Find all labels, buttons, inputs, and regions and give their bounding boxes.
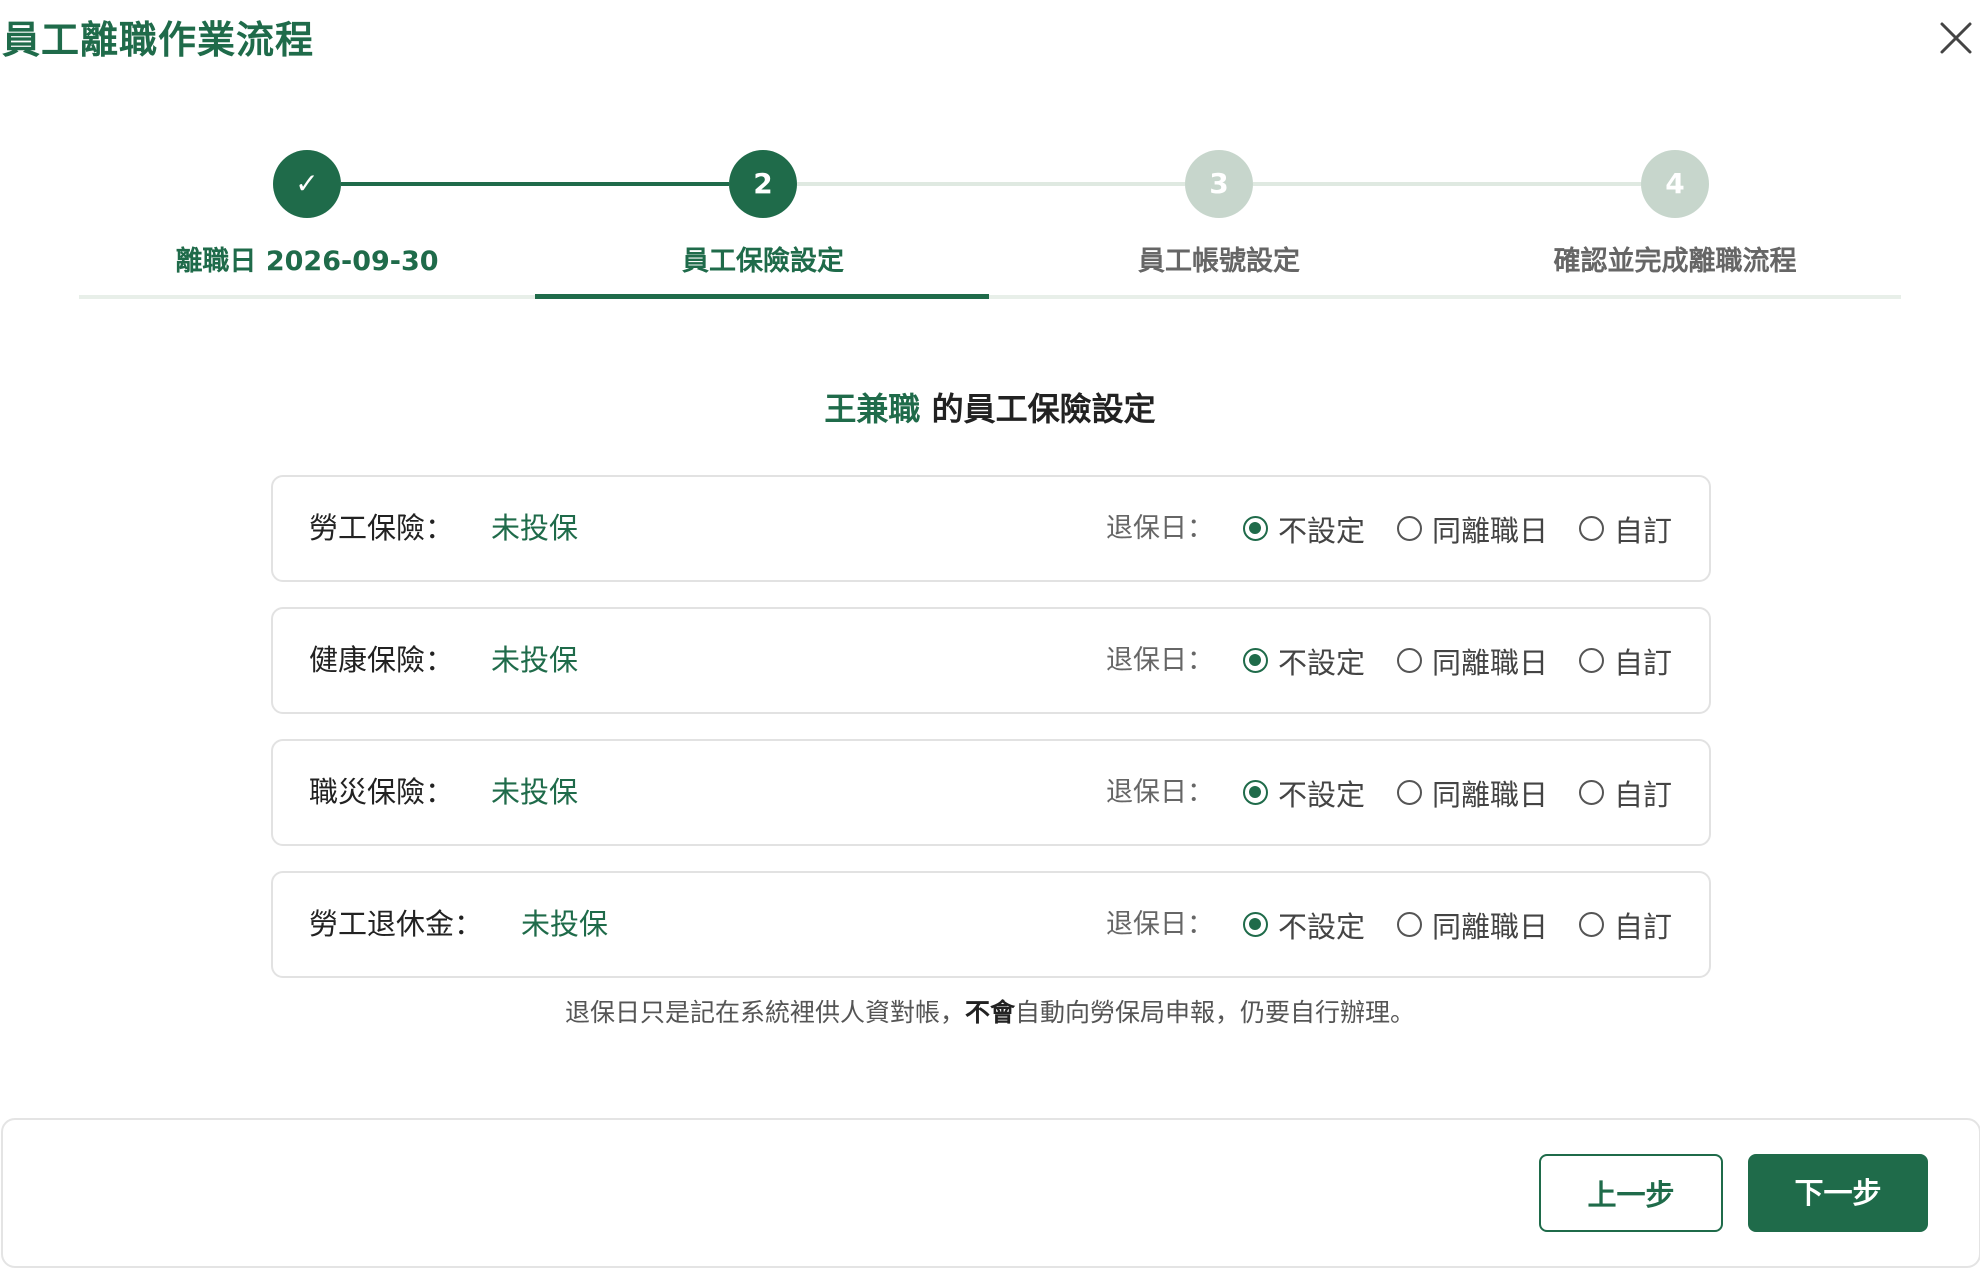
radio-label: 自訂: [1614, 513, 1673, 548]
note-bold-text: 不會: [964, 998, 1015, 1027]
info-note: 退保日只是記在系統裡供人資對帳，不會自動向勞保局申報，仍要自行辦理。: [0, 995, 1980, 1031]
quit-date-label: 退保日：: [1106, 645, 1214, 676]
insurance-label: 勞工保險：: [309, 511, 455, 545]
next-step-button[interactable]: 下一步: [1748, 1154, 1928, 1232]
active-step-underline: [535, 294, 989, 299]
radio-label: 自訂: [1614, 909, 1673, 944]
radio-checked-icon[interactable]: [1243, 648, 1268, 673]
insurance-row-health: 健康保險： 未投保 退保日： 不設定 同離職日 自訂: [271, 607, 1711, 714]
insurance-label: 職災保險：: [309, 775, 455, 809]
step-label: 確認並完成離職流程: [1553, 246, 1797, 277]
heading-suffix: 的員工保險設定: [920, 390, 1156, 428]
section-heading: 王兼職 的員工保險設定: [0, 386, 1980, 432]
radio-custom[interactable]: 自訂: [1579, 741, 1672, 844]
radio-label: 不設定: [1278, 645, 1366, 680]
employee-name: 王兼職: [824, 390, 921, 428]
radio-unchecked-icon[interactable]: [1397, 912, 1422, 937]
step-number: 3: [1185, 150, 1253, 218]
stepper: ✓ 離職日 2026-09-30 2 員工保險設定 3 員工帳號設定 4 確認並…: [79, 150, 1901, 302]
insurance-row-occupational: 職災保險： 未投保 退保日： 不設定 同離職日 自訂: [271, 739, 1711, 846]
radio-not-set[interactable]: 不設定: [1243, 609, 1365, 712]
radio-same-as-exit[interactable]: 同離職日: [1397, 609, 1548, 712]
radio-custom[interactable]: 自訂: [1579, 609, 1672, 712]
note-text: 自動向勞保局申報，仍要自行辦理。: [1015, 998, 1416, 1027]
close-icon: [1940, 22, 1972, 54]
footer-bar: 上一步 下一步: [1, 1118, 1980, 1268]
radio-checked-icon[interactable]: [1243, 912, 1268, 937]
radio-not-set[interactable]: 不設定: [1243, 741, 1365, 844]
radio-custom[interactable]: 自訂: [1579, 873, 1672, 976]
radio-unchecked-icon[interactable]: [1579, 516, 1604, 541]
radio-label: 不設定: [1278, 909, 1366, 944]
modal-title: 員工離職作業流程: [2, 18, 315, 62]
stepper-baseline: [79, 295, 1901, 299]
radio-unchecked-icon[interactable]: [1397, 780, 1422, 805]
insurance-label: 勞工退休金：: [309, 907, 484, 941]
radio-label: 同離職日: [1432, 513, 1549, 548]
insurance-status: 未投保: [521, 907, 609, 941]
radio-label: 不設定: [1278, 777, 1366, 812]
radio-unchecked-icon[interactable]: [1397, 648, 1422, 673]
quit-date-label: 退保日：: [1106, 909, 1214, 940]
radio-same-as-exit[interactable]: 同離職日: [1397, 873, 1548, 976]
radio-checked-icon[interactable]: [1243, 516, 1268, 541]
radio-custom[interactable]: 自訂: [1579, 477, 1672, 580]
radio-label: 同離職日: [1432, 777, 1549, 812]
step-label: 員工保險設定: [682, 246, 844, 277]
insurance-row-pension: 勞工退休金： 未投保 退保日： 不設定 同離職日 自訂: [271, 871, 1711, 978]
close-button[interactable]: [1938, 20, 1974, 56]
insurance-status: 未投保: [491, 775, 579, 809]
radio-label: 自訂: [1614, 645, 1673, 680]
radio-unchecked-icon[interactable]: [1579, 648, 1604, 673]
quit-date-label: 退保日：: [1106, 513, 1214, 544]
radio-unchecked-icon[interactable]: [1397, 516, 1422, 541]
step-exit-date[interactable]: ✓ 離職日 2026-09-30: [79, 150, 535, 290]
radio-unchecked-icon[interactable]: [1579, 780, 1604, 805]
insurance-status: 未投保: [491, 643, 579, 677]
step-account-settings[interactable]: 3 員工帳號設定: [991, 150, 1447, 290]
radio-label: 自訂: [1614, 777, 1673, 812]
radio-not-set[interactable]: 不設定: [1243, 873, 1365, 976]
radio-checked-icon[interactable]: [1243, 780, 1268, 805]
step-complete-check-icon: ✓: [273, 150, 341, 218]
step-insurance-settings[interactable]: 2 員工保險設定: [535, 150, 991, 290]
insurance-label: 健康保險：: [309, 643, 455, 677]
insurance-status: 未投保: [491, 511, 579, 545]
radio-label: 同離職日: [1432, 909, 1549, 944]
radio-same-as-exit[interactable]: 同離職日: [1397, 477, 1548, 580]
previous-step-button[interactable]: 上一步: [1539, 1154, 1723, 1232]
step-number: 2: [729, 150, 797, 218]
step-label: 員工帳號設定: [1138, 246, 1300, 277]
radio-label: 不設定: [1278, 513, 1366, 548]
step-confirm-finish[interactable]: 4 確認並完成離職流程: [1447, 150, 1903, 290]
radio-same-as-exit[interactable]: 同離職日: [1397, 741, 1548, 844]
insurance-list: 勞工保險： 未投保 退保日： 不設定 同離職日 自訂 健康保險： 未投保 退保日…: [271, 475, 1711, 1003]
radio-label: 同離職日: [1432, 645, 1549, 680]
step-label: 離職日 2026-09-30: [175, 246, 439, 277]
radio-not-set[interactable]: 不設定: [1243, 477, 1365, 580]
insurance-row-labor: 勞工保險： 未投保 退保日： 不設定 同離職日 自訂: [271, 475, 1711, 582]
step-number: 4: [1641, 150, 1709, 218]
quit-date-label: 退保日：: [1106, 777, 1214, 808]
note-text: 退保日只是記在系統裡供人資對帳，: [564, 998, 965, 1027]
radio-unchecked-icon[interactable]: [1579, 912, 1604, 937]
